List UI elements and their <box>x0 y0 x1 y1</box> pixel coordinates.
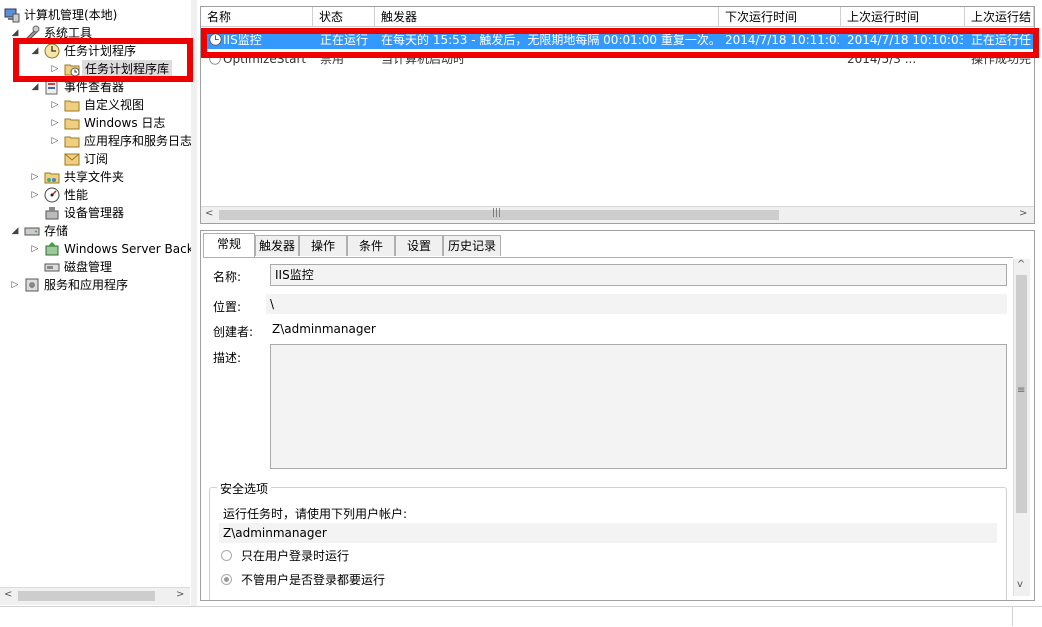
disk-icon <box>44 263 60 272</box>
folder-icon <box>64 136 80 148</box>
scroll-down-icon[interactable]: v <box>1017 579 1023 590</box>
shared-folder-icon <box>44 172 60 184</box>
folder-icon <box>64 118 80 130</box>
tab-history[interactable]: 历史记录 <box>443 235 501 256</box>
tab-conditions[interactable]: 条件 <box>347 235 395 256</box>
navigation-tree: 计算机管理(本地) ◢ 系统工具 ◢ 任务计划程序 ▷ 任务计划程序库 ◢ 事件… <box>0 0 192 606</box>
tab-settings[interactable]: 设置 <box>395 235 443 256</box>
tree-label-root: 计算机管理(本地) <box>24 8 118 22</box>
description-field[interactable] <box>270 344 1007 469</box>
tree-label-disk-management: 磁盘管理 <box>64 260 113 274</box>
grip-icon: ||| <box>492 208 502 218</box>
highlight-box-tree <box>13 38 193 82</box>
column-header-last-run[interactable]: 上次运行时间 <box>841 7 965 27</box>
tree-label-performance: 性能 <box>64 188 89 202</box>
scroll-right-icon[interactable]: > <box>1019 208 1027 219</box>
expand-arrow-icon[interactable]: ▷ <box>50 96 60 114</box>
status-divider <box>1012 606 1013 626</box>
scroll-left-icon[interactable]: < <box>205 208 213 219</box>
tree-label-windows-logs: Windows 日志 <box>84 116 166 130</box>
name-field[interactable]: IIS监控 <box>270 264 1007 286</box>
expand-arrow-icon[interactable]: ▷ <box>50 114 60 132</box>
tree-label-app-service-logs: 应用程序和服务日志 <box>84 134 192 148</box>
description-label: 描述: <box>213 351 242 365</box>
detail-vertical-scrollbar[interactable]: ^ ≡ v <box>1013 259 1030 596</box>
performance-icon <box>44 187 60 203</box>
expand-arrow-icon[interactable]: ▷ <box>30 186 40 204</box>
expand-arrow-icon[interactable]: ▷ <box>10 276 20 294</box>
scroll-up-icon[interactable]: ^ <box>1017 259 1025 270</box>
tree-label-windows-server-backup: Windows Server Back <box>64 242 192 256</box>
tree-label-services-apps: 服务和应用程序 <box>44 278 129 292</box>
radio-always-run[interactable] <box>221 574 232 585</box>
scrollbar-thumb[interactable] <box>18 591 155 601</box>
run-as-label: 运行任务时，请使用下列用户帐户: <box>223 507 408 521</box>
tab-triggers[interactable]: 触发器 <box>255 235 299 256</box>
scroll-left-icon[interactable]: < <box>4 589 12 600</box>
subscription-icon <box>64 153 80 166</box>
computer-management-icon <box>4 8 20 23</box>
status-bar <box>0 606 1042 627</box>
tree-horizontal-scrollbar[interactable]: < > <box>0 587 190 605</box>
location-label: 位置: <box>213 300 242 314</box>
list-horizontal-scrollbar[interactable]: < ||| > <box>201 206 1034 223</box>
expand-arrow-icon[interactable]: ▷ <box>30 240 40 258</box>
column-header-last-result[interactable]: 上次运行结 <box>965 7 1034 27</box>
storage-icon <box>24 227 40 236</box>
name-label: 名称: <box>213 270 242 284</box>
location-value: \ <box>266 294 1007 314</box>
column-header-trigger[interactable]: 触发器 <box>375 7 719 27</box>
tree-label-shared-folders: 共享文件夹 <box>64 170 125 184</box>
tab-general[interactable]: 常规 <box>203 233 255 257</box>
radio-logged-on-only[interactable] <box>221 550 232 561</box>
backup-icon <box>45 242 59 256</box>
grip-icon: ≡ <box>1017 385 1026 396</box>
task-properties-pane: 常规 触发器 操作 条件 设置 历史记录 名称: IIS监控 位置: \ 创建者… <box>200 230 1035 601</box>
expand-arrow-icon[interactable]: ▷ <box>30 168 40 186</box>
column-header-status[interactable]: 状态 <box>313 7 375 27</box>
scroll-right-icon[interactable]: > <box>176 589 184 600</box>
radio-label-always-run: 不管用户是否登录都要运行 <box>241 573 386 587</box>
column-header-name[interactable]: 名称 <box>201 7 313 27</box>
services-icon <box>25 278 39 292</box>
pane-splitter[interactable] <box>191 0 197 606</box>
tab-divider <box>203 257 1013 258</box>
column-header-next-run[interactable]: 下次运行时间 <box>719 7 841 27</box>
run-as-user: Z\adminmanager <box>219 523 997 543</box>
author-label: 创建者: <box>213 325 254 339</box>
tree-label-subscriptions: 订阅 <box>84 152 109 166</box>
device-manager-icon <box>45 207 59 220</box>
tree-label-device-manager: 设备管理器 <box>64 206 125 220</box>
folder-icon <box>64 100 80 112</box>
author-value: Z\adminmanager <box>268 319 1007 339</box>
security-options-title: 安全选项 <box>217 480 272 497</box>
radio-label-logged-on-only: 只在用户登录时运行 <box>241 549 350 563</box>
expand-arrow-icon[interactable]: ▷ <box>50 132 60 150</box>
highlight-box-task-row <box>201 28 1039 58</box>
tree-label-custom-views: 自定义视图 <box>84 98 145 112</box>
collapse-arrow-icon[interactable]: ◢ <box>10 222 20 240</box>
tree-label-storage: 存储 <box>44 224 69 238</box>
tab-actions[interactable]: 操作 <box>299 235 347 256</box>
